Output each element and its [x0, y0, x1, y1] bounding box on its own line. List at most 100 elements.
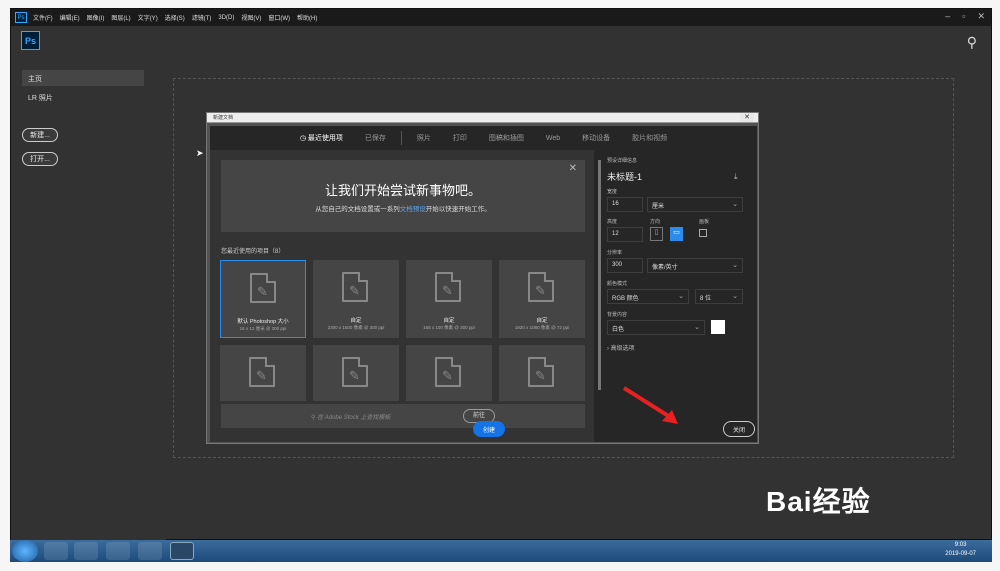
- recent-card[interactable]: ✎ 自定 168 x 100 像素 @ 300 ppi: [406, 260, 492, 338]
- color-mode-label: 颜色模式: [607, 281, 628, 287]
- system-clock[interactable]: 9:03 2019-09-07: [945, 541, 976, 559]
- welcome-sub-post: 开始以快速开始工作。: [425, 206, 491, 213]
- advanced-options-toggle[interactable]: › 高级选项: [607, 343, 635, 352]
- start-button[interactable]: [12, 540, 38, 562]
- landscape-orientation-icon[interactable]: ▭: [670, 227, 683, 241]
- tab-recent-label: 最近使用项: [307, 135, 343, 142]
- menu-edit[interactable]: 编辑(E): [60, 13, 80, 22]
- document-icon: ✎: [435, 357, 461, 387]
- tab-film[interactable]: 胶片和视频: [621, 133, 678, 143]
- card-dimensions: 2300 x 1500 像素 @ 300 ppi: [327, 325, 385, 330]
- photoshop-taskbar-icon[interactable]: [170, 542, 194, 560]
- document-icon: ✎: [249, 357, 275, 387]
- document-icon: ✎: [342, 272, 368, 302]
- menu-filter[interactable]: 滤镜(T): [192, 13, 212, 22]
- dialog-title: 新建文档 ✕: [207, 113, 758, 123]
- card-dimensions: 16 x 12 厘米 @ 300 ppi: [239, 326, 287, 331]
- tab-web[interactable]: Web: [535, 135, 571, 142]
- banner-close-icon[interactable]: ✕: [569, 163, 577, 174]
- welcome-sub-pre: 从您自己的文档设置或一系列: [315, 206, 400, 213]
- width-unit-select[interactable]: 厘米 ⌄: [647, 197, 743, 212]
- search-icon[interactable]: ⚲: [967, 34, 977, 51]
- tab-saved[interactable]: 已保存: [354, 133, 397, 143]
- menu-bar: Ps 文件(F) 编辑(E) 图像(I) 图层(L) 文字(Y) 选择(S) 滤…: [11, 9, 991, 26]
- recent-card[interactable]: ✎: [499, 345, 585, 401]
- clock-icon: ◷: [299, 135, 308, 142]
- stock-search-bar: ⚲ 在 Adobe Stock 上查找模板 前往: [221, 404, 585, 428]
- card-dimensions: 168 x 100 像素 @ 300 ppi: [423, 325, 475, 330]
- menu-3d[interactable]: 3D(D): [218, 15, 234, 21]
- close-icon[interactable]: ✕: [977, 11, 985, 22]
- taskbar-app-icon[interactable]: [44, 542, 68, 560]
- background-color-swatch[interactable]: [711, 320, 725, 334]
- menu-file[interactable]: 文件(F): [33, 13, 53, 22]
- tab-print[interactable]: 打印: [442, 133, 478, 143]
- home-header: Ps ⚲: [11, 26, 991, 64]
- stock-search-input[interactable]: ⚲ 在 Adobe Stock 上查找模板: [311, 412, 390, 421]
- recent-grid: ✎ 默认 Photoshop 大小 16 x 12 厘米 @ 300 ppi ✎ 自定…: [220, 260, 585, 401]
- document-icon: ✎: [435, 272, 461, 302]
- chevron-down-icon: ⌄: [678, 293, 684, 300]
- recent-card[interactable]: ✎ 自定 1920 x 1080 像素 @ 72 ppi: [499, 260, 585, 338]
- doc-presets-link[interactable]: 文档预设: [400, 206, 426, 213]
- width-unit-value: 厘米: [652, 204, 665, 210]
- menu-select[interactable]: 选择(S): [165, 13, 185, 22]
- menu-type[interactable]: 文字(Y): [138, 13, 158, 22]
- portrait-orientation-icon[interactable]: ▯: [650, 227, 663, 241]
- resolution-unit-select[interactable]: 像素/英寸 ⌄: [647, 258, 743, 273]
- menu-view[interactable]: 视图(V): [241, 13, 261, 22]
- scrollbar[interactable]: [598, 160, 601, 390]
- preset-details-label: 预设详细信息: [607, 158, 638, 164]
- resolution-input[interactable]: 300: [607, 258, 643, 273]
- restore-icon[interactable]: ▫: [962, 11, 965, 22]
- width-input[interactable]: 16: [607, 197, 643, 212]
- close-button[interactable]: 关闭: [723, 421, 755, 437]
- color-mode-value: RGB 颜色: [612, 296, 639, 302]
- tab-photo[interactable]: 照片: [406, 133, 442, 143]
- recent-card[interactable]: ✎: [313, 345, 399, 401]
- tab-recent[interactable]: ◷ 最近使用项: [289, 133, 354, 143]
- sidebar-item-home[interactable]: 主页: [22, 70, 144, 86]
- ps-menu-logo: Ps: [15, 12, 27, 23]
- welcome-heading: 让我们开始尝试新事物吧。: [324, 183, 481, 198]
- menu-window[interactable]: 窗口(W): [268, 13, 290, 22]
- windows-taskbar: 9:03 2019-09-07: [10, 540, 992, 562]
- dialog-close-icon[interactable]: ✕: [740, 113, 754, 122]
- height-input[interactable]: 12: [607, 227, 643, 242]
- stock-placeholder: 在 Adobe Stock 上查找模板: [317, 415, 391, 421]
- create-button[interactable]: 创建: [473, 421, 505, 437]
- open-button[interactable]: 打开...: [22, 152, 58, 166]
- document-icon: ✎: [528, 272, 554, 302]
- menu-image[interactable]: 图像(I): [87, 13, 105, 22]
- background-label: 背景内容: [607, 312, 628, 318]
- recent-card[interactable]: ✎: [406, 345, 492, 401]
- welcome-banner: ✕ 让我们开始尝试新事物吧。 从您自己的文档设置或一系列文档预设开始以快速开始工…: [221, 160, 585, 232]
- tab-art[interactable]: 图稿和插图: [478, 133, 535, 143]
- new-button[interactable]: 新建...: [22, 128, 58, 142]
- dialog-title-text: 新建文档: [213, 115, 234, 121]
- browser-icon[interactable]: [106, 542, 130, 560]
- taskbar-app-icon[interactable]: [74, 542, 98, 560]
- clock-date: 2019-09-07: [945, 551, 976, 557]
- document-icon: ✎: [528, 357, 554, 387]
- tab-divider: [400, 131, 402, 145]
- color-mode-select[interactable]: RGB 颜色 ⌄: [607, 289, 689, 304]
- recent-card[interactable]: ✎: [220, 345, 306, 401]
- menu-layer[interactable]: 图层(L): [111, 13, 130, 22]
- chevron-down-icon: ⌄: [732, 262, 738, 269]
- firefox-icon[interactable]: [138, 542, 162, 560]
- sidebar-item-lr-photos[interactable]: LR 照片: [22, 89, 144, 105]
- recent-card[interactable]: ✎ 默认 Photoshop 大小 16 x 12 厘米 @ 300 ppi: [220, 260, 306, 338]
- document-name-field[interactable]: 未标题-1: [607, 170, 642, 183]
- welcome-subtext: 从您自己的文档设置或一系列文档预设开始以快速开始工作。: [221, 203, 585, 213]
- bit-depth-select[interactable]: 8 位 ⌄: [695, 289, 743, 304]
- recent-card[interactable]: ✎ 自定 2300 x 1500 像素 @ 300 ppi: [313, 260, 399, 338]
- background-select[interactable]: 白色 ⌄: [607, 320, 705, 335]
- red-arrow-annotation: [622, 386, 678, 424]
- menu-help[interactable]: 帮助(H): [297, 13, 317, 22]
- minimize-icon[interactable]: –: [945, 11, 950, 22]
- artboard-checkbox[interactable]: [699, 229, 707, 237]
- tab-mobile[interactable]: 移动设备: [571, 133, 621, 143]
- save-preset-icon[interactable]: ⤓: [734, 172, 738, 182]
- height-label: 高度: [607, 219, 618, 225]
